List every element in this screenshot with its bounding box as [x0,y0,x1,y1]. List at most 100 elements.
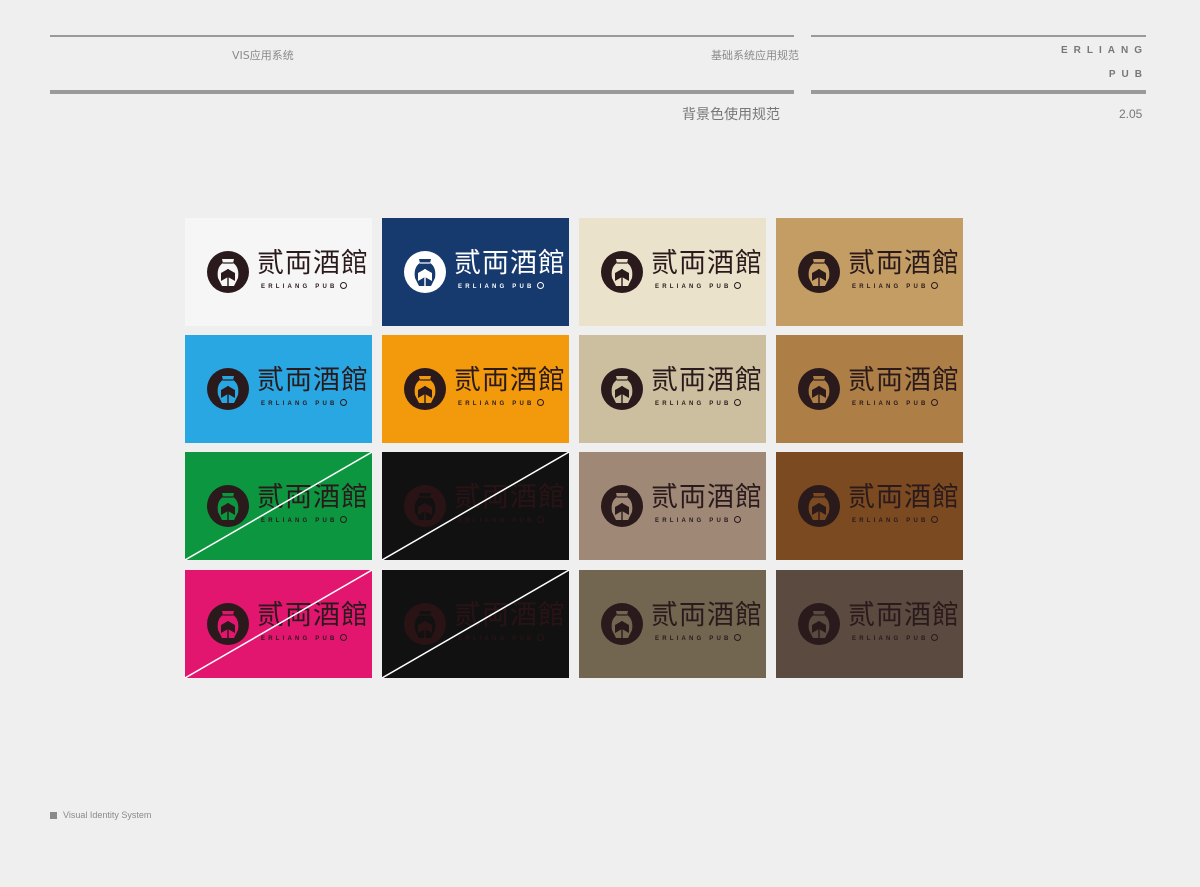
logo-tagline: ERLIANG PUB [458,399,544,407]
color-swatch-card: 贰両酒館 ERLIANG PUB [579,452,766,560]
header-right-label: 基础系统应用规范 [711,49,799,62]
logo-wordmark: 贰両酒館 [848,600,960,631]
logo-tagline: ERLIANG PUB [655,399,741,407]
logo-tagline-text: ERLIANG PUB [655,518,732,524]
wine-jar-emblem-icon [207,251,249,293]
color-swatch-card: 贰両酒館 ERLIANG PUB [382,570,569,678]
erliang-logo: 贰両酒館 ERLIANG PUB [404,365,565,413]
logo-tagline-text: ERLIANG PUB [655,284,732,290]
wine-jar-emblem-icon [207,368,249,410]
color-swatch-card: 贰両酒館 ERLIANG PUB [185,218,372,326]
wine-jar-emblem-icon [601,603,643,645]
header-bottom-rule-left [50,90,794,94]
color-swatch-card: 贰両酒館 ERLIANG PUB [382,335,569,443]
wine-jar-emblem-icon [798,485,840,527]
not-allowed-slash-icon [382,452,569,560]
logo-badge-icon [930,634,938,641]
color-swatch-card: 贰両酒館 ERLIANG PUB [579,335,766,443]
logo-badge-icon [930,282,938,289]
wine-jar-emblem-icon [798,368,840,410]
color-swatch-card: 贰両酒館 ERLIANG PUB [579,570,766,678]
logo-tagline: ERLIANG PUB [655,282,741,290]
color-swatch-card: 贰両酒館 ERLIANG PUB [382,218,569,326]
logo-wordmark: 贰両酒館 [257,365,369,396]
erliang-logo: 贰両酒館 ERLIANG PUB [601,482,762,530]
color-swatch-card: 贰両酒館 ERLIANG PUB [776,218,963,326]
logo-tagline-text: ERLIANG PUB [852,518,929,524]
logo-tagline-text: ERLIANG PUB [261,401,338,407]
erliang-logo: 贰両酒館 ERLIANG PUB [601,365,762,413]
logo-tagline: ERLIANG PUB [852,516,938,524]
logo-tagline-text: ERLIANG PUB [655,401,732,407]
wine-jar-emblem-icon [601,251,643,293]
logo-tagline-text: ERLIANG PUB [261,284,338,290]
logo-badge-icon [733,399,741,406]
logo-wordmark: 贰両酒館 [848,482,960,513]
logo-wordmark: 贰両酒館 [848,248,960,279]
wine-jar-emblem-icon [404,251,446,293]
not-allowed-slash-icon [185,570,372,678]
erliang-logo: 贰両酒館 ERLIANG PUB [404,248,565,296]
erliang-logo: 贰両酒館 ERLIANG PUB [798,248,959,296]
logo-tagline: ERLIANG PUB [852,634,938,642]
logo-wordmark: 贰両酒館 [651,248,763,279]
logo-tagline: ERLIANG PUB [655,516,741,524]
header-bottom-rule-right [811,90,1146,94]
erliang-logo: 贰両酒館 ERLIANG PUB [798,365,959,413]
logo-tagline: ERLIANG PUB [852,399,938,407]
background-color-grid: 贰両酒館 ERLIANG PUB 贰両酒館 ERLIANG PUB 贰両酒館 ERLIAN… [185,218,963,678]
color-swatch-card: 贰両酒館 ERLIANG PUB [776,335,963,443]
logo-tagline: ERLIANG PUB [261,282,347,290]
not-allowed-slash-icon [185,452,372,560]
header-left-label: VIS应用系统 [232,49,294,62]
logo-wordmark: 贰両酒館 [454,248,566,279]
footer-square-icon [50,812,57,819]
logo-badge-icon [536,399,544,406]
logo-wordmark: 贰両酒館 [651,600,763,631]
color-swatch-card: 贰両酒館 ERLIANG PUB [579,218,766,326]
brand-line-1: ERLIANG [1061,45,1148,56]
erliang-logo: 贰両酒館 ERLIANG PUB [798,600,959,648]
logo-tagline: ERLIANG PUB [261,399,347,407]
wine-jar-emblem-icon [798,251,840,293]
footer-label: Visual Identity System [63,810,152,820]
logo-tagline-text: ERLIANG PUB [852,284,929,290]
color-swatch-card: 贰両酒館 ERLIANG PUB [185,570,372,678]
logo-badge-icon [930,516,938,523]
brand-line-2: PUB [1108,69,1148,80]
logo-tagline-text: ERLIANG PUB [458,401,535,407]
color-swatch-card: 贰両酒館 ERLIANG PUB [776,570,963,678]
erliang-logo: 贰両酒館 ERLIANG PUB [798,482,959,530]
logo-badge-icon [733,634,741,641]
color-swatch-card: 贰両酒館 ERLIANG PUB [185,452,372,560]
logo-tagline: ERLIANG PUB [655,634,741,642]
erliang-logo: 贰両酒館 ERLIANG PUB [207,365,368,413]
logo-tagline-text: ERLIANG PUB [852,401,929,407]
logo-wordmark: 贰両酒館 [651,482,763,513]
logo-wordmark: 贰両酒館 [651,365,763,396]
section-title: 背景色使用规范 [682,107,780,123]
logo-badge-icon [930,399,938,406]
header-top-rule-left [50,35,794,37]
not-allowed-slash-icon [382,570,569,678]
logo-wordmark: 贰両酒館 [257,248,369,279]
logo-tagline: ERLIANG PUB [458,282,544,290]
color-swatch-card: 贰両酒館 ERLIANG PUB [776,452,963,560]
erliang-logo: 贰両酒館 ERLIANG PUB [601,600,762,648]
logo-badge-icon [339,282,347,289]
logo-wordmark: 贰両酒館 [848,365,960,396]
page-number: 2.05 [1119,107,1143,121]
logo-tagline-text: ERLIANG PUB [458,284,535,290]
header-top-rule-right [811,35,1146,37]
logo-badge-icon [339,399,347,406]
color-swatch-card: 贰両酒館 ERLIANG PUB [382,452,569,560]
logo-wordmark: 贰両酒館 [454,365,566,396]
wine-jar-emblem-icon [404,368,446,410]
logo-tagline: ERLIANG PUB [852,282,938,290]
erliang-logo: 贰両酒館 ERLIANG PUB [601,248,762,296]
wine-jar-emblem-icon [601,368,643,410]
color-swatch-card: 贰両酒館 ERLIANG PUB [185,335,372,443]
wine-jar-emblem-icon [601,485,643,527]
logo-badge-icon [733,282,741,289]
erliang-logo: 贰両酒館 ERLIANG PUB [207,248,368,296]
